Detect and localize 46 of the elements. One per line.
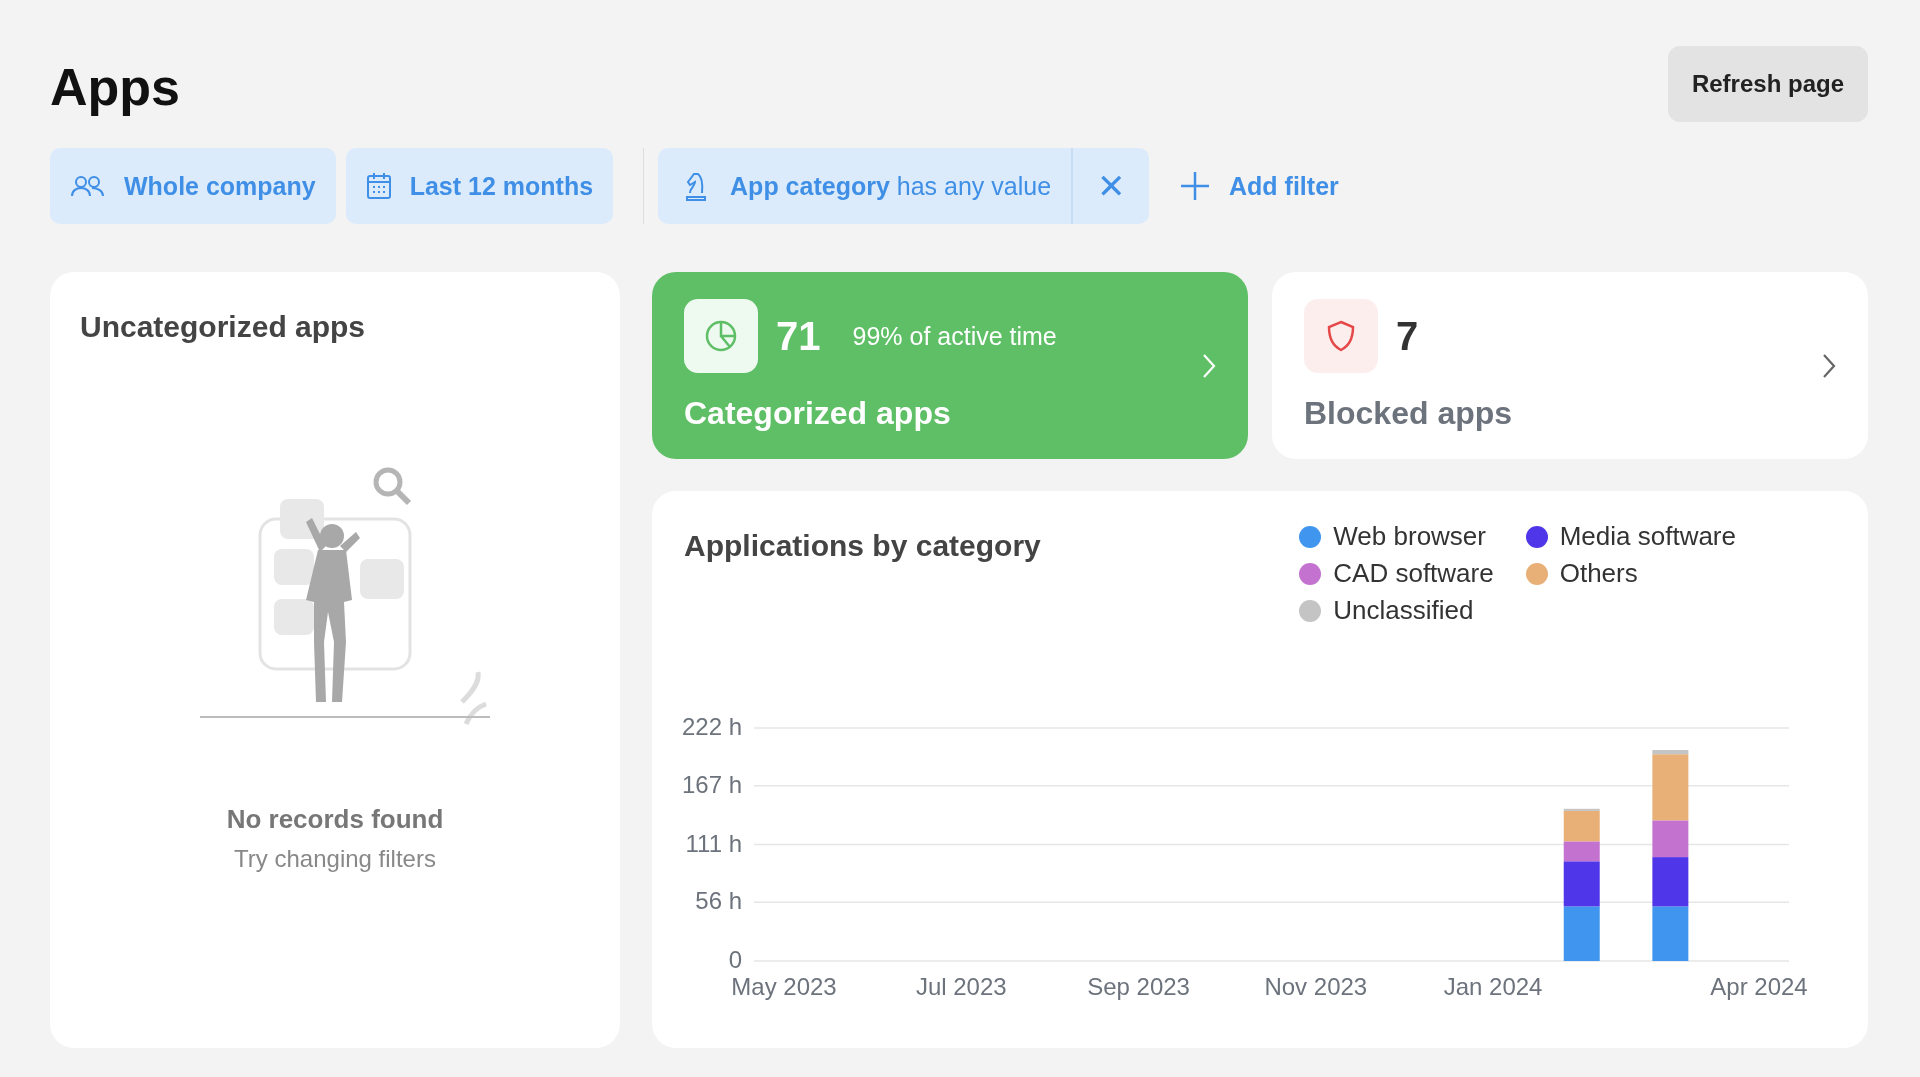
chess-knight-icon — [684, 171, 709, 201]
legend-label: CAD software — [1333, 558, 1494, 589]
people-icon — [70, 174, 106, 198]
x-axis-label: May 2023 — [731, 973, 837, 1000]
legend-label: Media software — [1559, 521, 1736, 552]
stat-count: 71 — [776, 313, 821, 359]
stat-note: 99% of active time — [852, 321, 1057, 351]
y-axis-label: 0 — [728, 946, 742, 973]
y-axis-label: 111 h — [685, 829, 742, 857]
page-title: Apps — [50, 57, 180, 117]
x-axis-label: Nov 2023 — [1264, 973, 1368, 1000]
y-axis-label: 222 h — [681, 713, 742, 740]
x-axis-label: Jan 2024 — [1443, 973, 1543, 1000]
plus-icon — [1179, 170, 1212, 202]
calendar-icon — [365, 172, 392, 200]
chevron-right-icon — [1822, 352, 1836, 379]
filter-condition-text: App category has any value — [730, 171, 1052, 201]
empty-state-title: No records found — [226, 804, 444, 835]
stat-label: Categorized apps — [684, 395, 952, 432]
card-title: Uncategorized apps — [80, 310, 367, 344]
pie-chart-icon — [704, 319, 738, 353]
category-filter[interactable]: App category has any value — [658, 148, 1072, 224]
legend-label: Unclassified — [1333, 595, 1474, 626]
x-axis-label: Apr 2024 — [1710, 973, 1808, 1000]
bar-segment — [1652, 906, 1689, 961]
chart-title: Applications by category — [684, 529, 1041, 564]
remove-filter-button[interactable]: ✕ — [1071, 148, 1150, 224]
legend-label: Others — [1559, 558, 1638, 589]
bar-segment — [1652, 857, 1689, 907]
chevron-right-icon — [1202, 352, 1216, 379]
x-axis-label: Jul 2023 — [915, 973, 1007, 1000]
x-axis-label: Sep 2023 — [1087, 973, 1190, 1000]
filter-chip[interactable]: Last 12 months — [345, 148, 614, 224]
stat-card[interactable]: 71 99% of active time Categorized apps — [652, 272, 1248, 459]
refresh-button[interactable]: Refresh page — [1667, 46, 1868, 122]
shield-icon — [1326, 319, 1356, 353]
y-axis-label: 56 h — [695, 887, 742, 915]
add-filter-button[interactable]: Add filter — [1159, 170, 1359, 202]
stat-card[interactable]: 7 Blocked apps — [1272, 272, 1868, 459]
stat-label: Blocked apps — [1304, 395, 1513, 432]
empty-state-hint: Try changing filters — [234, 845, 436, 873]
filter-chip[interactable]: Whole company — [50, 148, 336, 224]
stat-count: 7 — [1396, 313, 1419, 359]
bar-segment — [1563, 906, 1600, 961]
y-axis-label: 167 h — [681, 770, 742, 798]
legend-label: Web browser — [1333, 521, 1486, 552]
